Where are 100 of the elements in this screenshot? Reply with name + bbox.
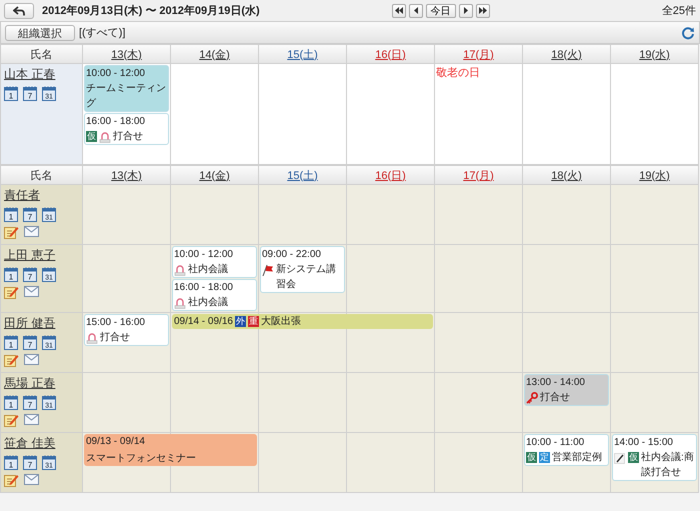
memo-pencil-icon[interactable] — [4, 473, 19, 487]
calendar-icon[interactable]: 1 — [4, 267, 18, 282]
day-link[interactable]: 13(木) — [111, 46, 142, 62]
calendar-icon[interactable]: 1 — [4, 395, 18, 410]
mail-icon[interactable] — [24, 285, 39, 297]
event-card[interactable]: 13:00 - 14:00 打合せ — [524, 374, 609, 406]
event-card[interactable]: 09:00 - 22:00 新システム講習会 — [260, 246, 345, 293]
day-link[interactable]: 13(木) — [111, 168, 142, 182]
calendar-icon[interactable]: 1 — [4, 455, 18, 470]
event-time: 15:00 - 16:00 — [86, 316, 146, 330]
day-link[interactable]: 17(月) — [463, 46, 494, 62]
event-title: チームミーティング — [86, 82, 167, 111]
previous-button[interactable] — [408, 4, 423, 18]
day-link[interactable]: 19(水) — [639, 168, 670, 182]
calendar-icon[interactable]: 7 — [23, 455, 37, 470]
event-card[interactable]: 10:00 - 12:00 社内会議 — [172, 246, 257, 278]
calendar-icon[interactable]: 7 — [23, 395, 37, 410]
next-button[interactable] — [458, 4, 473, 18]
event-title: 打合せ — [540, 390, 571, 405]
event-time: 16:00 - 18:00 — [86, 115, 146, 129]
event-dates: 09/14 - 09/16 — [174, 315, 233, 329]
calendar-icon[interactable]: 7 — [23, 207, 37, 222]
column-header: 氏名 — [1, 166, 82, 184]
member-name-link[interactable]: 馬場 正春 — [4, 375, 79, 392]
event-card[interactable]: 10:00 - 12:00 チームミーティング — [84, 65, 169, 112]
day-link[interactable]: 14(金) — [199, 46, 230, 62]
memo-pencil-icon[interactable] — [4, 413, 19, 427]
member-name-link[interactable]: 山本 正春 — [4, 66, 79, 83]
status-tag: 仮 — [628, 452, 639, 463]
event-time: 13:00 - 14:00 — [526, 376, 586, 390]
member-name-link[interactable]: 笹倉 佳美 — [4, 435, 79, 452]
event-title: スマートフォンセミナー — [86, 452, 196, 466]
event-title: 大阪出張 — [260, 314, 301, 329]
day-link[interactable]: 14(金) — [199, 168, 230, 182]
date-range: 2012年09月13日(木) 〜 2012年09月19日(水) — [42, 4, 260, 18]
last-page-button[interactable] — [476, 4, 490, 18]
event-card[interactable]: 10:00 - 11:00 仮 定 営業部定例 — [524, 434, 609, 466]
dome-icon — [174, 296, 186, 308]
event-time: 10:00 - 12:00 — [174, 248, 234, 262]
status-tag: 仮 — [86, 131, 97, 142]
event-title: 打合せ — [113, 130, 144, 144]
mail-icon[interactable] — [24, 353, 39, 365]
refresh-button[interactable] — [681, 26, 695, 40]
calendar-icon[interactable]: 7 — [23, 86, 37, 101]
event-title: 社内会議:商談打合せ — [641, 450, 695, 480]
day-link[interactable]: 19(水) — [639, 46, 670, 62]
back-button[interactable] — [4, 2, 34, 18]
status-tag: 定 — [539, 452, 550, 463]
event-time: 10:00 - 11:00 — [526, 436, 586, 450]
day-link[interactable]: 15(土) — [287, 46, 318, 62]
status-tag: 仮 — [526, 452, 537, 463]
mail-icon[interactable] — [24, 413, 39, 425]
calendar-icon[interactable]: 1 — [4, 335, 18, 350]
status-tag: 外 — [234, 316, 246, 327]
event-title: 打合せ — [100, 330, 131, 345]
event-card[interactable]: 16:00 - 18:00 社内会議 — [172, 279, 257, 311]
dome-icon — [99, 130, 111, 142]
day-link[interactable]: 17(月) — [463, 168, 494, 182]
event-time: 10:00 - 12:00 — [86, 67, 146, 81]
right-triangle-icon — [462, 7, 470, 14]
key-icon — [526, 392, 538, 404]
day-link[interactable]: 18(火) — [551, 168, 582, 182]
left-triangle-icon — [412, 7, 420, 14]
memo-pencil-icon[interactable] — [4, 225, 19, 239]
event-title: 社内会議 — [188, 296, 229, 310]
memo-pencil-icon[interactable] — [4, 285, 19, 299]
calendar-icon[interactable]: 1 — [4, 86, 18, 101]
day-link[interactable]: 16(日) — [375, 46, 406, 62]
member-name-link[interactable]: 責任者 — [4, 187, 79, 204]
mail-icon[interactable] — [24, 225, 39, 237]
event-card[interactable]: 16:00 - 18:00 仮 打合せ — [84, 113, 169, 145]
first-page-button[interactable] — [392, 4, 406, 18]
event-title: 社内会議 — [188, 262, 229, 277]
event-bar[interactable]: 09/13 - 09/14 スマートフォンセミナー — [84, 434, 257, 466]
member-name-link[interactable]: 上田 恵子 — [4, 247, 79, 264]
refresh-icon — [681, 26, 695, 40]
today-button[interactable]: 今日 — [426, 4, 456, 18]
event-card[interactable]: 14:00 - 15:00 仮 社内会議:商談打合せ — [612, 434, 697, 481]
back-arrow-icon — [13, 6, 25, 16]
calendar-icon[interactable]: 7 — [23, 267, 37, 282]
day-link[interactable]: 18(火) — [551, 46, 582, 62]
calendar-icon[interactable]: 1 — [4, 207, 18, 222]
calendar-icon[interactable]: 7 — [23, 335, 37, 350]
pencil-icon — [614, 452, 626, 464]
total-count: 全25件 — [662, 4, 697, 18]
org-filter-label: [(すべて)] — [79, 26, 126, 40]
org-select-button[interactable]: 組織選択 — [5, 24, 75, 40]
event-card[interactable]: 15:00 - 16:00 打合せ — [84, 314, 169, 346]
column-header: 氏名 — [1, 45, 82, 63]
day-link[interactable]: 15(土) — [287, 168, 318, 182]
mail-icon[interactable] — [24, 473, 39, 485]
double-right-triangle-icon — [478, 7, 487, 14]
day-link[interactable]: 16(日) — [375, 168, 406, 182]
memo-pencil-icon[interactable] — [4, 353, 19, 367]
event-time: 14:00 - 15:00 — [614, 436, 674, 450]
flag-icon — [262, 264, 274, 276]
event-bar[interactable]: 09/14 - 09/16 外 重 大阪出張 — [172, 314, 433, 329]
holiday-label: 敬老の日 — [436, 66, 481, 80]
event-time: 09:00 - 22:00 — [262, 248, 322, 262]
member-name-link[interactable]: 田所 健吾 — [4, 315, 79, 332]
